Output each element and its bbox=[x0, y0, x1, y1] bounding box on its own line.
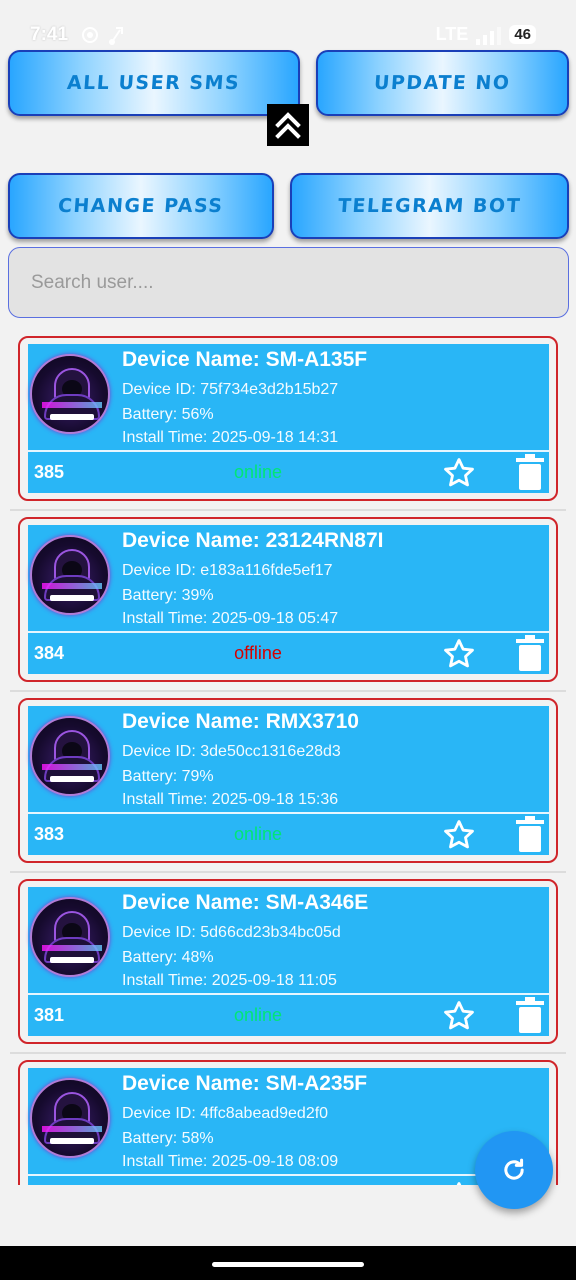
card-divider bbox=[28, 631, 549, 633]
home-gesture-handle[interactable] bbox=[212, 1262, 364, 1267]
device-battery: Battery: 56% bbox=[122, 406, 214, 423]
card-divider bbox=[28, 812, 549, 814]
device-name: Device Name: SM-A235F bbox=[122, 1072, 368, 1095]
device-install-time: Install Time: 2025-09-18 14:31 bbox=[122, 429, 339, 446]
device-id: Device ID: 3de50cc1316e28d3 bbox=[122, 743, 341, 760]
star-outline-icon[interactable] bbox=[442, 456, 476, 490]
device-status: online bbox=[233, 462, 283, 482]
update-no-button[interactable]: UPDATE NO bbox=[316, 50, 569, 116]
card-separator bbox=[10, 1052, 566, 1054]
device-number: 383 bbox=[34, 824, 65, 844]
device-status: online bbox=[233, 1005, 283, 1025]
avatar bbox=[30, 535, 110, 615]
device-status: offline bbox=[234, 643, 282, 663]
device-battery: Battery: 58% bbox=[122, 1130, 214, 1147]
search-input[interactable] bbox=[31, 271, 568, 294]
device-name: Device Name: 23124RN87I bbox=[122, 529, 384, 552]
refresh-button[interactable] bbox=[475, 1131, 553, 1209]
device-card-body: Device Name: SM-A135F Device ID: 75f734e… bbox=[28, 344, 549, 493]
signal-icon bbox=[476, 25, 502, 45]
card-separator bbox=[10, 509, 566, 511]
refresh-icon bbox=[504, 1158, 524, 1180]
avatar bbox=[30, 897, 110, 977]
search-box bbox=[8, 247, 569, 318]
all-user-sms-label: ALL USER SMS bbox=[66, 72, 242, 94]
card-separator bbox=[10, 690, 566, 692]
device-card[interactable]: Device Name: 23124RN87I Device ID: e183a… bbox=[18, 517, 558, 682]
device-card[interactable]: Device Name: RMX3710 Device ID: 3de50cc1… bbox=[18, 698, 558, 863]
card-divider bbox=[28, 450, 549, 452]
device-name: Device Name: SM-A135F bbox=[122, 348, 368, 371]
device-name: Device Name: RMX3710 bbox=[122, 710, 359, 733]
device-number: 381 bbox=[34, 1005, 65, 1025]
card-divider bbox=[28, 1174, 549, 1176]
device-install-time: Install Time: 2025-09-18 08:09 bbox=[122, 1153, 339, 1170]
system-nav-bar bbox=[0, 1246, 576, 1280]
device-number: 385 bbox=[34, 462, 65, 482]
change-pass-label: CHANGE PASS bbox=[57, 195, 225, 217]
trash-icon[interactable] bbox=[516, 816, 544, 852]
device-name: Device Name: SM-A346E bbox=[122, 891, 369, 914]
device-battery: Battery: 48% bbox=[122, 949, 214, 966]
collapse-button[interactable] bbox=[267, 104, 309, 146]
avatar bbox=[30, 1078, 110, 1158]
device-card-body: Device Name: SM-A235F Device ID: 4ffc8ab… bbox=[28, 1068, 549, 1185]
star-outline-icon[interactable] bbox=[442, 1180, 476, 1185]
device-card[interactable]: Device Name: SM-A135F Device ID: 75f734e… bbox=[18, 336, 558, 501]
telegram-bot-button[interactable]: TELEGRAM BOT bbox=[290, 173, 569, 239]
device-card-body: Device Name: RMX3710 Device ID: 3de50cc1… bbox=[28, 706, 549, 855]
update-no-label: UPDATE NO bbox=[373, 72, 512, 94]
device-list[interactable]: Device Name: SM-A135F Device ID: 75f734e… bbox=[0, 330, 576, 1185]
trash-icon[interactable] bbox=[516, 454, 544, 490]
card-separator bbox=[10, 871, 566, 873]
device-card[interactable]: Device Name: SM-A346E Device ID: 5d66cd2… bbox=[18, 879, 558, 1044]
avatar bbox=[30, 354, 110, 434]
star-outline-icon[interactable] bbox=[442, 999, 476, 1033]
device-id: Device ID: 75f734e3d2b15b27 bbox=[122, 381, 339, 398]
status-time: 7:41 bbox=[30, 24, 69, 45]
status-notification-icons bbox=[82, 27, 123, 45]
device-card-body: Device Name: SM-A346E Device ID: 5d66cd2… bbox=[28, 887, 549, 1036]
status-right: LTE 46 bbox=[436, 24, 536, 45]
device-id: Device ID: 4ffc8abead9ed2f0 bbox=[122, 1105, 329, 1122]
trash-icon[interactable] bbox=[516, 635, 544, 671]
device-install-time: Install Time: 2025-09-18 11:05 bbox=[122, 972, 337, 989]
device-id: Device ID: e183a116fde5ef17 bbox=[122, 562, 333, 579]
device-battery: Battery: 79% bbox=[122, 768, 214, 785]
double-chevron-up-icon bbox=[275, 112, 301, 139]
device-install-time: Install Time: 2025-09-18 05:47 bbox=[122, 610, 339, 627]
star-outline-icon[interactable] bbox=[442, 818, 476, 852]
star-outline-icon[interactable] bbox=[442, 637, 476, 671]
all-user-sms-button[interactable]: ALL USER SMS bbox=[8, 50, 300, 116]
battery-indicator: 46 bbox=[509, 25, 536, 44]
device-card-body: Device Name: 23124RN87I Device ID: e183a… bbox=[28, 525, 549, 674]
telegram-bot-label: TELEGRAM BOT bbox=[337, 195, 522, 217]
device-id: Device ID: 5d66cd23b34bc05d bbox=[122, 924, 341, 941]
device-battery: Battery: 39% bbox=[122, 587, 214, 604]
device-status: online bbox=[233, 824, 283, 844]
app-screen: 7:41 LTE 46 ALL USER SMS UPDATE NO CHANG… bbox=[0, 0, 576, 1280]
trash-icon[interactable] bbox=[516, 997, 544, 1033]
card-divider bbox=[28, 993, 549, 995]
avatar bbox=[30, 716, 110, 796]
device-install-time: Install Time: 2025-09-18 15:36 bbox=[122, 791, 339, 808]
device-number: 384 bbox=[34, 643, 65, 663]
network-type: LTE bbox=[435, 24, 469, 44]
change-pass-button[interactable]: CHANGE PASS bbox=[8, 173, 274, 239]
